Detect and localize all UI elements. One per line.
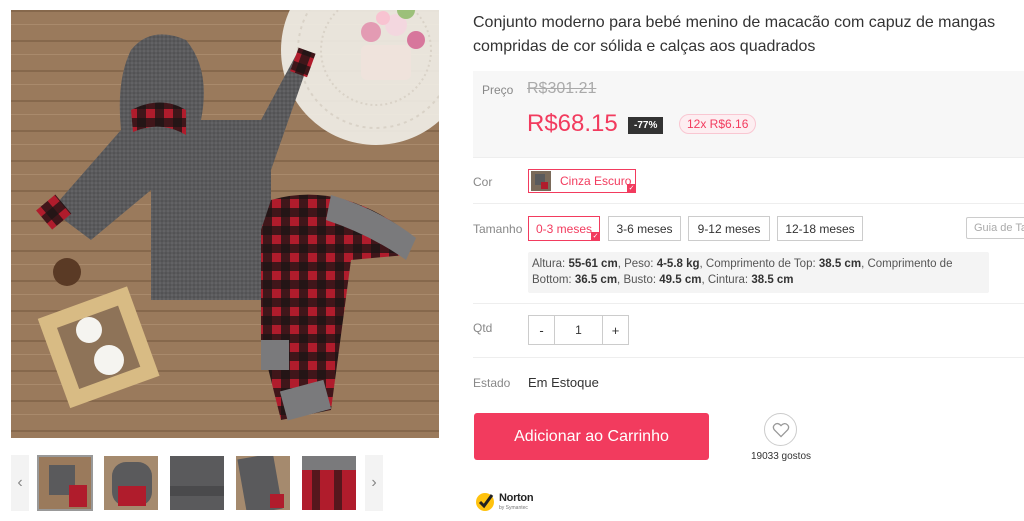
installments-badge: 12x R$6.16 [679,114,757,134]
quantity-input[interactable]: 1 [554,316,603,344]
thumbnail[interactable] [235,455,291,511]
likes-count: 19033 gostos [750,451,812,462]
stock-status: Em Estoque [528,375,599,390]
thumbnail[interactable] [103,455,159,511]
color-swatch [531,171,551,191]
chevron-left-icon[interactable]: ‹ [11,455,29,511]
main-product-image[interactable] [11,10,439,438]
add-to-cart-button[interactable]: Adicionar ao Carrinho [474,413,709,460]
size-details: Altura: 55-61 cm, Peso: 4-5.8 kg, Compri… [528,252,989,293]
norton-sub: by Symantec [499,504,528,511]
norton-badge: Norton by Symantec [474,490,534,514]
quantity-stepper: - 1 + [528,315,629,345]
product-title: Conjunto moderno para bebé menino de mac… [473,14,996,55]
size-guide-button[interactable]: Guia de Tamanhos [966,217,1024,239]
thumbnail-strip: ‹ › [11,455,383,511]
like-button[interactable] [764,413,797,446]
color-label: Cor [473,175,493,189]
color-option-label: Cinza Escuro [560,174,632,188]
current-price: R$68.15 [527,110,618,137]
size-option-12-18[interactable]: 12-18 meses [777,216,863,241]
thumbnail[interactable] [301,455,357,511]
quantity-label: Qtd [473,321,493,335]
quantity-increase-button[interactable]: + [603,316,628,344]
size-label: Tamanho [473,222,523,236]
divider [473,303,1024,304]
quantity-decrease-button[interactable]: - [529,316,554,344]
divider [473,357,1024,358]
check-icon: ✓ [591,232,600,241]
price-box: Preço R$301.21 R$68.15 -77% 12x R$6.16 [473,71,1024,157]
size-option-3-6[interactable]: 3-6 meses [608,216,681,241]
size-option-9-12[interactable]: 9-12 meses [688,216,770,241]
color-option-cinza-escuro[interactable]: Cinza Escuro ✓ [528,169,636,193]
divider [473,157,1024,158]
check-icon: ✓ [627,184,636,193]
thumbnail[interactable] [37,455,93,511]
heart-icon [772,422,789,437]
chevron-right-icon[interactable]: › [365,455,383,511]
stock-label: Estado [473,376,511,390]
norton-brand: Norton [499,491,534,504]
price-label: Preço [482,83,514,97]
divider [473,203,1024,204]
norton-check-icon [476,493,494,511]
size-option-0-3[interactable]: 0-3 meses ✓ [528,216,600,241]
thumbnail[interactable] [169,455,225,511]
original-price: R$301.21 [527,80,597,97]
discount-badge: -77% [628,117,664,134]
